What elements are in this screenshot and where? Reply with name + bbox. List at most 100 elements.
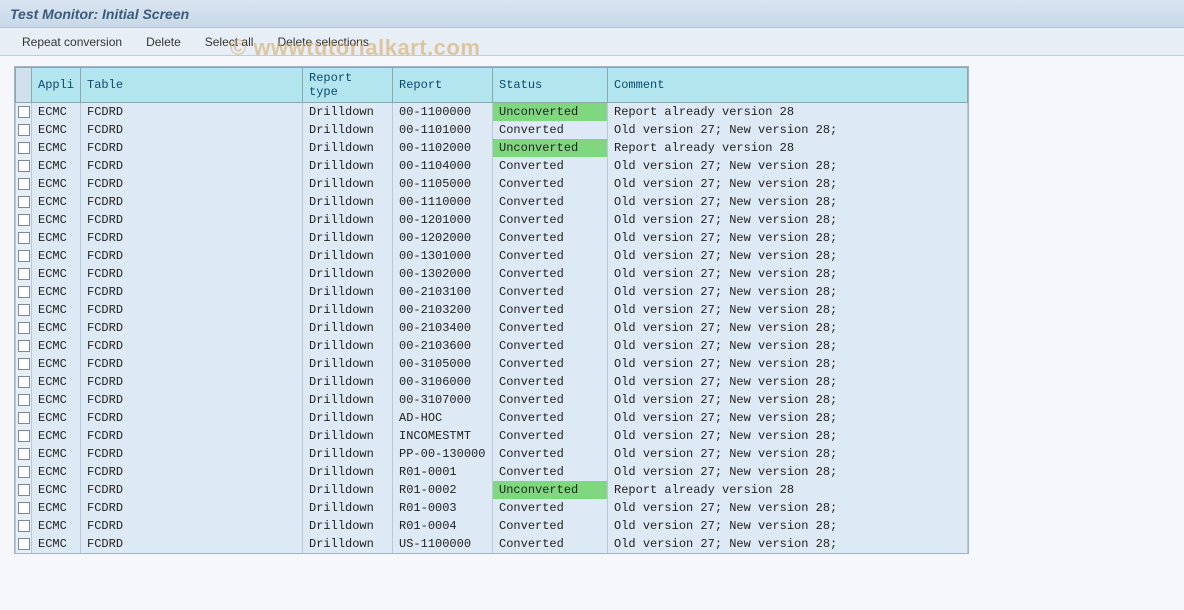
cell-report: 00-3107000 (393, 391, 493, 409)
table-row[interactable]: ECMCFCDRDDrilldown00-3107000ConvertedOld… (16, 391, 968, 409)
col-appli[interactable]: Appli (32, 68, 81, 103)
table-row[interactable]: ECMCFCDRDDrilldown00-1100000UnconvertedR… (16, 103, 968, 122)
delete-selections-button[interactable]: Delete selections (265, 31, 380, 53)
row-selector[interactable] (16, 121, 32, 139)
table-row[interactable]: ECMCFCDRDDrilldown00-1302000ConvertedOld… (16, 265, 968, 283)
row-selector[interactable] (16, 247, 32, 265)
checkbox-icon[interactable] (18, 430, 30, 442)
checkbox-icon[interactable] (18, 106, 30, 118)
checkbox-icon[interactable] (18, 250, 30, 262)
table-row[interactable]: ECMCFCDRDDrilldown00-1110000ConvertedOld… (16, 193, 968, 211)
row-selector[interactable] (16, 229, 32, 247)
table-row[interactable]: ECMCFCDRDDrilldownR01-0002UnconvertedRep… (16, 481, 968, 499)
checkbox-icon[interactable] (18, 412, 30, 424)
table-row[interactable]: ECMCFCDRDDrilldown00-2103400ConvertedOld… (16, 319, 968, 337)
checkbox-icon[interactable] (18, 394, 30, 406)
checkbox-icon[interactable] (18, 286, 30, 298)
row-selector[interactable] (16, 427, 32, 445)
row-selector[interactable] (16, 517, 32, 535)
checkbox-icon[interactable] (18, 304, 30, 316)
checkbox-icon[interactable] (18, 520, 30, 532)
repeat-conversion-button[interactable]: Repeat conversion (10, 31, 134, 53)
cell-table: FCDRD (81, 373, 303, 391)
table-row[interactable]: ECMCFCDRDDrilldownAD-HOCConvertedOld ver… (16, 409, 968, 427)
table-row[interactable]: ECMCFCDRDDrilldown00-3105000ConvertedOld… (16, 355, 968, 373)
checkbox-icon[interactable] (18, 502, 30, 514)
table-row[interactable]: ECMCFCDRDDrilldown00-2103600ConvertedOld… (16, 337, 968, 355)
table-row[interactable]: ECMCFCDRDDrilldown00-1105000ConvertedOld… (16, 175, 968, 193)
row-selector[interactable] (16, 211, 32, 229)
table-row[interactable]: ECMCFCDRDDrilldownPP-00-130000ConvertedO… (16, 445, 968, 463)
col-table[interactable]: Table (81, 68, 303, 103)
checkbox-icon[interactable] (18, 142, 30, 154)
checkbox-icon[interactable] (18, 232, 30, 244)
delete-button[interactable]: Delete (134, 31, 193, 53)
cell-reptype: Drilldown (303, 175, 393, 193)
row-selector[interactable] (16, 445, 32, 463)
table-row[interactable]: ECMCFCDRDDrilldown00-2103100ConvertedOld… (16, 283, 968, 301)
checkbox-icon[interactable] (18, 124, 30, 136)
table-row[interactable]: ECMCFCDRDDrilldown00-1101000ConvertedOld… (16, 121, 968, 139)
table-row[interactable]: ECMCFCDRDDrilldownR01-0003ConvertedOld v… (16, 499, 968, 517)
row-selector[interactable] (16, 319, 32, 337)
cell-appli: ECMC (32, 409, 81, 427)
row-selector[interactable] (16, 409, 32, 427)
row-selector[interactable] (16, 463, 32, 481)
checkbox-icon[interactable] (18, 376, 30, 388)
checkbox-icon[interactable] (18, 268, 30, 280)
table-row[interactable]: ECMCFCDRDDrilldownR01-0001ConvertedOld v… (16, 463, 968, 481)
row-selector[interactable] (16, 265, 32, 283)
table-row[interactable]: ECMCFCDRDDrilldown00-1102000UnconvertedR… (16, 139, 968, 157)
row-selector[interactable] (16, 481, 32, 499)
table-row[interactable]: ECMCFCDRDDrilldown00-1104000ConvertedOld… (16, 157, 968, 175)
table-row[interactable]: ECMCFCDRDDrilldown00-1201000ConvertedOld… (16, 211, 968, 229)
checkbox-icon[interactable] (18, 340, 30, 352)
row-selector[interactable] (16, 301, 32, 319)
row-selector[interactable] (16, 283, 32, 301)
table-row[interactable]: ECMCFCDRDDrilldown00-2103200ConvertedOld… (16, 301, 968, 319)
cell-report: 00-2103200 (393, 301, 493, 319)
table-row[interactable]: ECMCFCDRDDrilldown00-1202000ConvertedOld… (16, 229, 968, 247)
cell-report: 00-1104000 (393, 157, 493, 175)
checkbox-icon[interactable] (18, 538, 30, 550)
col-reptype[interactable]: Report type (303, 68, 393, 103)
row-selector[interactable] (16, 157, 32, 175)
cell-status: Unconverted (493, 139, 608, 157)
row-selector[interactable] (16, 175, 32, 193)
row-selector[interactable] (16, 139, 32, 157)
cell-appli: ECMC (32, 265, 81, 283)
table-row[interactable]: ECMCFCDRDDrilldown00-3106000ConvertedOld… (16, 373, 968, 391)
col-report[interactable]: Report (393, 68, 493, 103)
select-all-button[interactable]: Select all (193, 31, 266, 53)
row-selector[interactable] (16, 373, 32, 391)
row-selector[interactable] (16, 355, 32, 373)
cell-comment: Old version 27; New version 28; (608, 499, 968, 517)
col-status[interactable]: Status (493, 68, 608, 103)
cell-reptype: Drilldown (303, 355, 393, 373)
checkbox-icon[interactable] (18, 358, 30, 370)
table-row[interactable]: ECMCFCDRDDrilldownINCOMESTMTConvertedOld… (16, 427, 968, 445)
cell-reptype: Drilldown (303, 409, 393, 427)
table-row[interactable]: ECMCFCDRDDrilldownUS-1100000ConvertedOld… (16, 535, 968, 553)
col-comment[interactable]: Comment (608, 68, 968, 103)
checkbox-icon[interactable] (18, 466, 30, 478)
row-selector[interactable] (16, 103, 32, 122)
row-selector[interactable] (16, 391, 32, 409)
row-selector[interactable] (16, 535, 32, 553)
checkbox-icon[interactable] (18, 484, 30, 496)
checkbox-icon[interactable] (18, 160, 30, 172)
checkbox-icon[interactable] (18, 322, 30, 334)
cell-appli: ECMC (32, 463, 81, 481)
checkbox-icon[interactable] (18, 178, 30, 190)
table-row[interactable]: ECMCFCDRDDrilldownR01-0004ConvertedOld v… (16, 517, 968, 535)
checkbox-icon[interactable] (18, 196, 30, 208)
row-selector[interactable] (16, 499, 32, 517)
cell-appli: ECMC (32, 283, 81, 301)
row-selector[interactable] (16, 337, 32, 355)
checkbox-icon[interactable] (18, 214, 30, 226)
table-row[interactable]: ECMCFCDRDDrilldown00-1301000ConvertedOld… (16, 247, 968, 265)
cell-status: Converted (493, 409, 608, 427)
checkbox-icon[interactable] (18, 448, 30, 460)
cell-status: Converted (493, 283, 608, 301)
row-selector[interactable] (16, 193, 32, 211)
